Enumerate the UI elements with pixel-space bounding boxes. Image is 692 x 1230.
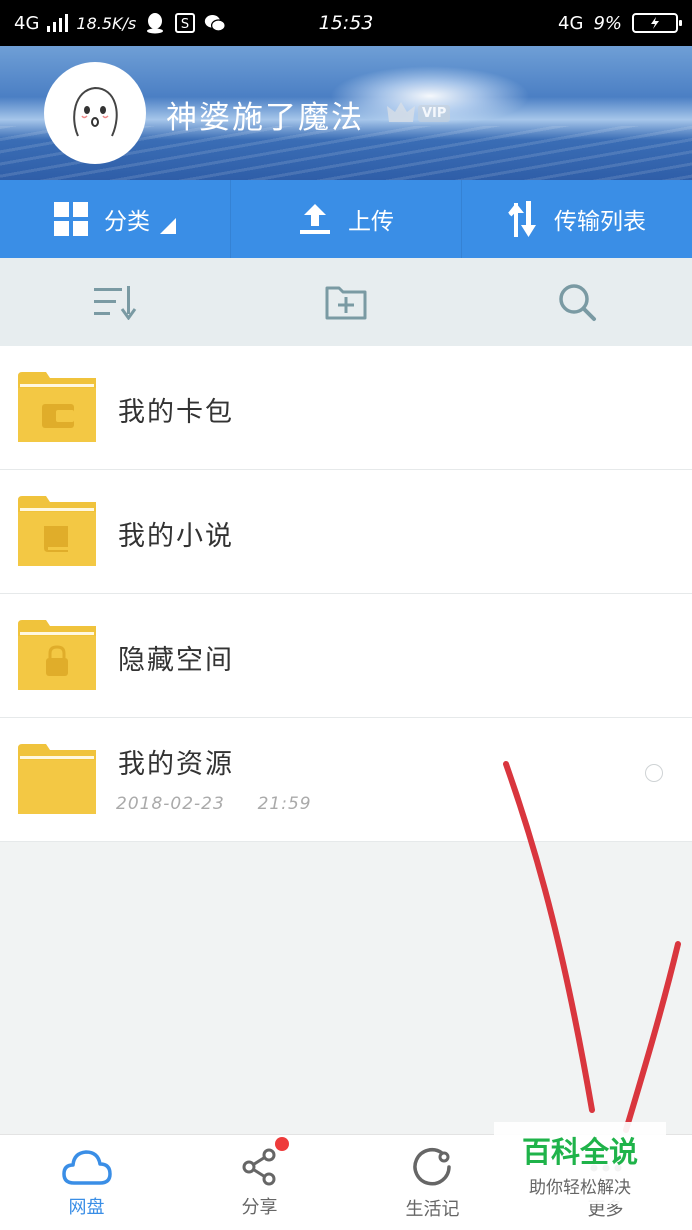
wechat-icon [204, 12, 227, 34]
vip-badge[interactable]: VIP [386, 100, 451, 126]
file-name: 我的资源 [118, 749, 234, 780]
lock-folder-icon [18, 620, 96, 690]
battery-percent: 9% [593, 12, 622, 34]
crown-icon [387, 102, 415, 122]
tab-netdisk-label: 网盘 [68, 1197, 105, 1218]
tab-life-label: 生活记 [405, 1199, 460, 1220]
list-item[interactable]: 隐藏空间 [0, 594, 692, 718]
folder-icon [18, 744, 96, 814]
profile-header: 神婆施了魔法 VIP [0, 46, 692, 180]
notification-badge [275, 1137, 289, 1151]
status-bar: 4G 18.5K/s S 15:53 4G 9% [0, 0, 692, 46]
clock: 15:53 [318, 12, 374, 34]
upload-button[interactable]: 上传 [231, 180, 462, 258]
tab-share[interactable]: 分享 [173, 1135, 346, 1230]
file-toolbar [0, 258, 692, 346]
avatar-face-icon [73, 86, 118, 137]
list-item[interactable]: 我的小说 [0, 470, 692, 594]
upload-icon [300, 204, 330, 234]
list-item[interactable]: 我的卡包 [0, 346, 692, 470]
file-date: 2018-02-23 [116, 794, 225, 814]
action-bar: 分类 上传 传输列表 [0, 180, 692, 258]
category-button[interactable]: 分类 [0, 180, 231, 258]
new-folder-button[interactable] [231, 284, 462, 320]
sort-button[interactable] [0, 284, 231, 320]
username[interactable]: 神婆施了魔法 [166, 92, 364, 137]
file-modified: 2018-02-23 21:59 [116, 794, 312, 814]
list-item[interactable]: 我的资源 2018-02-23 21:59 [0, 718, 692, 842]
file-time: 21:59 [257, 794, 312, 814]
search-icon [558, 284, 596, 321]
file-name: 隐藏空间 [118, 645, 234, 676]
qq-icon [144, 12, 166, 34]
avatar[interactable] [44, 62, 146, 164]
watermark-subtitle: 助你轻松解决 [529, 1177, 631, 1198]
new-folder-icon [325, 286, 367, 320]
svg-text:S: S [181, 17, 189, 32]
corner-triangle-icon [160, 218, 176, 234]
file-list: 我的卡包 我的小说 隐藏空间 我的资源 2018-02-23 21:59 [0, 346, 692, 842]
transfer-list-label: 传输列表 [554, 209, 646, 235]
transfer-list-button[interactable]: 传输列表 [462, 180, 692, 258]
share-icon [242, 1148, 275, 1186]
cloud-icon [61, 1150, 112, 1185]
file-name: 我的卡包 [118, 397, 234, 428]
transfer-icon [508, 201, 536, 237]
tab-share-label: 分享 [241, 1197, 278, 1218]
grid-icon [54, 202, 88, 236]
upload-label: 上传 [348, 209, 394, 235]
search-button[interactable] [461, 282, 692, 322]
watermark-logo: 百科全说 助你轻松解决 [494, 1122, 666, 1204]
network-type: 4G [14, 12, 40, 34]
wallet-folder-icon [18, 372, 96, 442]
book-folder-icon [18, 496, 96, 566]
s-app-icon: S [174, 12, 196, 34]
file-name: 我的小说 [118, 521, 234, 552]
sort-icon [94, 286, 137, 320]
watermark-title: 百科全说 [521, 1134, 638, 1169]
vip-label: VIP [418, 104, 451, 122]
tab-netdisk[interactable]: 网盘 [0, 1135, 173, 1230]
network-type-right: 4G [558, 12, 584, 34]
refresh-circle-icon [412, 1148, 451, 1186]
battery-icon [632, 13, 682, 33]
category-label: 分类 [104, 209, 150, 235]
network-speed: 18.5K/s [76, 13, 137, 33]
select-radio[interactable] [645, 764, 663, 782]
signal-icon [47, 14, 69, 32]
